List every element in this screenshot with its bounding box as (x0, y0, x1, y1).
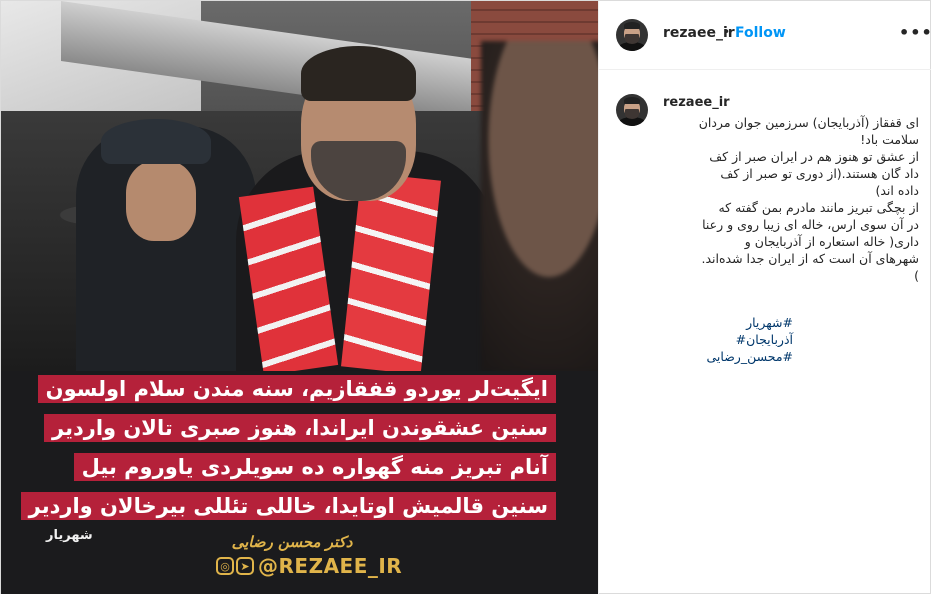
caption-avatar[interactable] (616, 94, 648, 126)
avatar[interactable] (616, 19, 648, 51)
poem-line-2: سنین عشقوندن ایراندا، هنوز صبری تالان وا… (44, 414, 556, 442)
photo-police-face (126, 161, 196, 241)
hashtag-link[interactable]: #محسن_رضایی (663, 348, 793, 365)
brand-icons: ◎ ➤ (216, 557, 254, 575)
post-side-panel: rezaee_ir • Follow ••• rezaee_ir . ای قف… (598, 1, 931, 594)
poem-line-1: ایگیت‌لر یوردو قفقازیم، سنه مندن سلام او… (37, 375, 556, 403)
caption-line: داری( خاله استعاره از آذربایجان و (744, 234, 919, 249)
caption-line: از عشق تو هنوز هم در ایران صبر از کف (709, 149, 919, 164)
poet-signature: شهریار (46, 528, 93, 543)
caption-username-suffix: . (724, 95, 729, 110)
caption-line: داده اند) (875, 183, 919, 198)
hashtag-link[interactable]: آذربایجان# (663, 331, 793, 348)
caption-username[interactable]: rezaee_ir (663, 95, 730, 110)
instagram-post: ایگیت‌لر یوردو قفقازیم، سنه مندن سلام او… (0, 0, 931, 594)
caption-line: در آن سوی ارس، خاله ای زیبا روی و رعنا (702, 217, 919, 232)
caption-line: ای قفقاز (آذربایجان) سرزمین جوان مردان (698, 115, 919, 130)
more-options-icon[interactable]: ••• (899, 23, 931, 42)
instagram-icon: ◎ (216, 557, 234, 575)
credit-text: دکتر محسن رضایی (231, 533, 353, 551)
photo (1, 1, 598, 371)
poem-caption-area: ایگیت‌لر یوردو قفقازیم، سنه مندن سلام او… (1, 371, 598, 594)
post-header: rezaee_ir • Follow ••• (599, 1, 931, 70)
post-image[interactable]: ایگیت‌لر یوردو قفقازیم، سنه مندن سلام او… (1, 1, 598, 594)
caption-text: ای قفقاز (آذربایجان) سرزمین جوان مردان س… (663, 114, 919, 284)
caption-line: از بچگی تبریز مانند مادرم بمن گفته که (718, 200, 919, 215)
caption-line: داد گان هستند.(از دوری تو صبر از کف (720, 166, 919, 181)
photo-main-hair (301, 46, 416, 101)
photo-police-cap (101, 119, 211, 164)
hashtag-list: #شهریار آذربایجان# #محسن_رضایی (663, 314, 793, 365)
caption-line: شهرهای آن است که از ایران جدا شده‌اند. (701, 251, 920, 266)
telegram-icon: ➤ (236, 557, 254, 575)
brand-handle: ◎ ➤ @REZAEE_IR (216, 553, 402, 579)
follow-button[interactable]: Follow (735, 25, 786, 41)
hashtag-link[interactable]: #شهریار (663, 314, 793, 331)
photo-blurred-foreground (481, 41, 598, 371)
header-separator-dot: • (723, 25, 731, 39)
caption-line: سلامت باد! (860, 132, 919, 147)
poem-line-4: سنین قالمیش اوتایدا، خاللی تئللی بیرخالا… (20, 492, 556, 520)
caption-comment: rezaee_ir . ای قفقاز (آذربایجان) سرزمین … (599, 70, 931, 594)
caption-line: ) (914, 268, 919, 283)
brand-text: @REZAEE_IR (258, 554, 403, 578)
poem-line-3: آنام تبریز منه گهواره ده سویلردی یاوروم … (73, 453, 556, 481)
